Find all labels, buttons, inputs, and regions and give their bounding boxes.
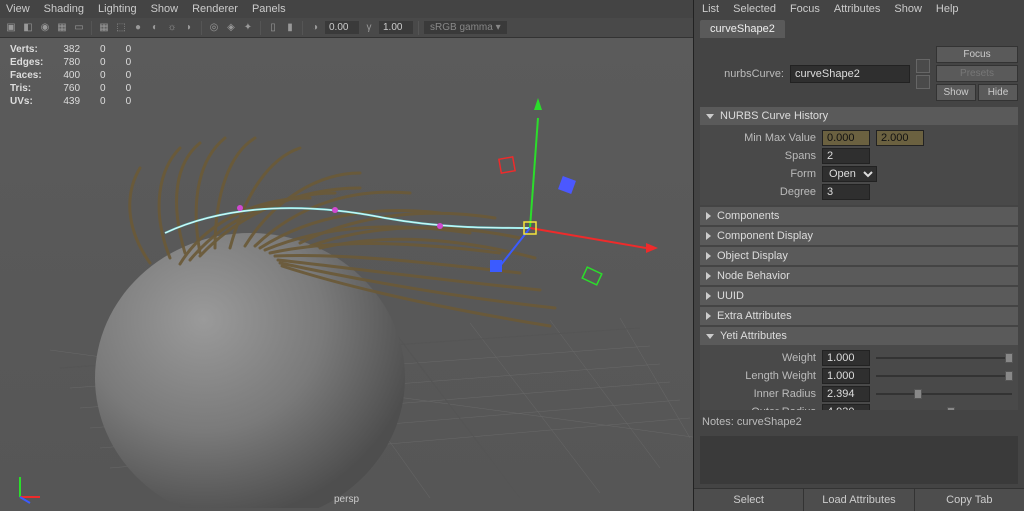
menu-panels[interactable]: Panels	[252, 3, 286, 15]
viewport-panel: View Shading Lighting Show Renderer Pane…	[0, 0, 694, 511]
xray-joints-icon[interactable]: ✦	[241, 21, 255, 35]
film-gate-icon[interactable]: ▭	[72, 21, 86, 35]
image-plane-icon[interactable]: ▦	[55, 21, 69, 35]
yeti-attr-slider[interactable]	[876, 406, 1012, 410]
attribute-editor: List Selected Focus Attributes Show Help…	[694, 0, 1024, 511]
menu-lighting[interactable]: Lighting	[98, 3, 137, 15]
section-nurbs-history[interactable]: NURBS Curve History	[700, 107, 1018, 125]
menu-renderer[interactable]: Renderer	[192, 3, 238, 15]
section-object-display[interactable]: Object Display	[700, 247, 1018, 265]
bookmark-icon[interactable]: ◧	[21, 21, 35, 35]
grid-icon[interactable]: ▦	[97, 21, 111, 35]
yeti-attr-label: Weight	[706, 352, 816, 364]
viewport-menubar: View Shading Lighting Show Renderer Pane…	[0, 0, 693, 18]
form-label: Form	[706, 168, 816, 180]
copy-tab-button[interactable]: Copy Tab	[915, 489, 1024, 511]
notes-field[interactable]	[700, 436, 1018, 484]
focus-input-icon[interactable]	[916, 59, 930, 73]
ae-node-tab[interactable]: curveShape2	[700, 20, 785, 38]
textured-icon[interactable]: ◐	[148, 21, 162, 35]
focus-output-icon[interactable]	[916, 75, 930, 89]
degree-field[interactable]	[822, 184, 870, 200]
color-transform-dropdown[interactable]: sRGB gamma ▾	[424, 21, 507, 34]
spans-field[interactable]	[822, 148, 870, 164]
minmax-label: Min Max Value	[706, 132, 816, 144]
yeti-attr-slider[interactable]	[876, 352, 1012, 364]
yeti-attr-field[interactable]	[822, 350, 870, 366]
exposure-field[interactable]: 0.00	[325, 21, 359, 34]
viewport-3d[interactable]: Verts:38200Edges:78000Faces:40000Tris:76…	[0, 38, 693, 511]
menu-shading[interactable]: Shading	[44, 3, 84, 15]
ae-footer: Select Load Attributes Copy Tab	[694, 488, 1024, 511]
section-node-behavior[interactable]: Node Behavior	[700, 267, 1018, 285]
light-icon[interactable]: ☼	[165, 21, 179, 35]
xray-icon[interactable]: ◈	[224, 21, 238, 35]
spans-label: Spans	[706, 150, 816, 162]
yeti-attr-slider[interactable]	[876, 370, 1012, 382]
ae-menu-attributes[interactable]: Attributes	[834, 3, 880, 15]
camera-icon[interactable]: ◉	[38, 21, 52, 35]
ae-menu-show[interactable]: Show	[894, 3, 922, 15]
hide-button[interactable]: Hide	[978, 84, 1018, 101]
gamma-icon[interactable]: γ	[362, 21, 376, 35]
yeti-attr-slider[interactable]	[876, 388, 1012, 400]
ae-menu-help[interactable]: Help	[936, 3, 959, 15]
degree-label: Degree	[706, 186, 816, 198]
isolate-icon[interactable]: ◎	[207, 21, 221, 35]
load-attributes-button[interactable]: Load Attributes	[804, 489, 914, 511]
camera-name-label: persp	[334, 494, 359, 505]
select-button[interactable]: Select	[694, 489, 804, 511]
section-yeti-attributes[interactable]: Yeti Attributes	[700, 327, 1018, 345]
gate-mask-icon[interactable]: ▮	[283, 21, 297, 35]
yeti-attr-label: Inner Radius	[706, 388, 816, 400]
wireframe-icon[interactable]: ⬚	[114, 21, 128, 35]
yeti-attr-label: Length Weight	[706, 370, 816, 382]
gamma-field[interactable]: 1.00	[379, 21, 413, 34]
node-type-label: nurbsCurve:	[724, 68, 784, 80]
yeti-attr-field[interactable]	[822, 386, 870, 402]
exposure-icon[interactable]: ◑	[308, 21, 322, 35]
show-button[interactable]: Show	[936, 84, 976, 101]
yeti-attr-field[interactable]	[822, 368, 870, 384]
max-value-field[interactable]	[876, 130, 924, 146]
section-uuid[interactable]: UUID	[700, 287, 1018, 305]
ae-menu-list[interactable]: List	[702, 3, 719, 15]
ae-name-row: nurbsCurve: Focus Presets Show Hide	[700, 40, 1018, 105]
min-value-field[interactable]	[822, 130, 870, 146]
shaded-icon[interactable]: ●	[131, 21, 145, 35]
menu-view[interactable]: View	[6, 3, 30, 15]
ae-menubar: List Selected Focus Attributes Show Help	[694, 0, 1024, 18]
viewport-toolbar: ▣ ◧ ◉ ▦ ▭ ▦ ⬚ ● ◐ ☼ ◗ ◎ ◈ ✦ ▯ ▮ ◑ 0.00 γ…	[0, 18, 693, 38]
section-extra-attributes[interactable]: Extra Attributes	[700, 307, 1018, 325]
view-axis-gizmo	[12, 471, 42, 501]
notes-label: Notes: curveShape2	[694, 410, 1024, 434]
ae-menu-focus[interactable]: Focus	[790, 3, 820, 15]
camera-select-icon[interactable]: ▣	[4, 21, 18, 35]
shadow-icon[interactable]: ◗	[182, 21, 196, 35]
section-components[interactable]: Components	[700, 207, 1018, 225]
section-yeti-body: Weight Length Weight Inner Radius Outer …	[700, 345, 1018, 410]
ae-menu-selected[interactable]: Selected	[733, 3, 776, 15]
resolution-gate-icon[interactable]: ▯	[266, 21, 280, 35]
focus-button[interactable]: Focus	[936, 46, 1018, 63]
form-dropdown[interactable]: Open	[822, 166, 877, 182]
scene-render	[0, 38, 693, 508]
menu-show[interactable]: Show	[151, 3, 179, 15]
section-component-display[interactable]: Component Display	[700, 227, 1018, 245]
node-name-field[interactable]	[790, 65, 910, 83]
presets-button[interactable]: Presets	[936, 65, 1018, 82]
section-nurbs-body: Min Max Value Spans Form Open Degree	[700, 125, 1018, 205]
